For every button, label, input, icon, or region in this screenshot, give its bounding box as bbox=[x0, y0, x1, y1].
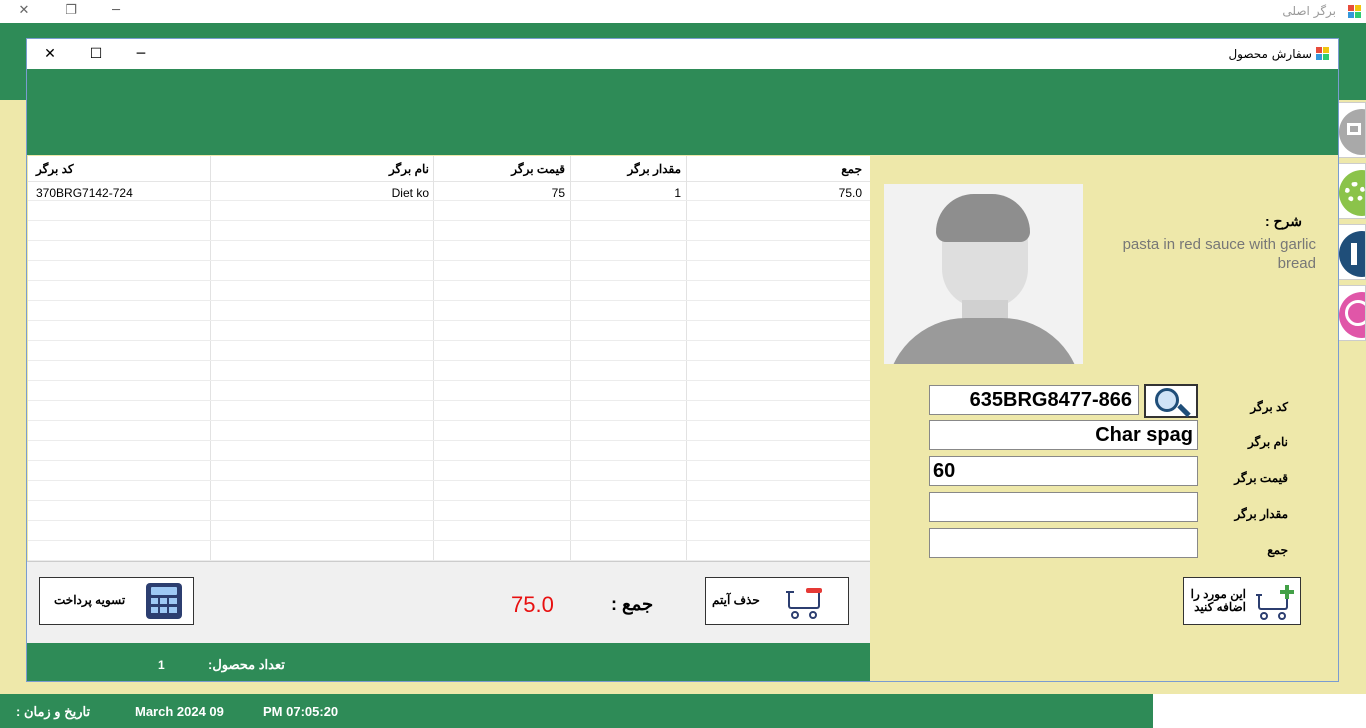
grid-row-line bbox=[28, 340, 870, 341]
datetime-label: تاریخ و زمان : bbox=[16, 704, 91, 719]
burger-code-label: کد برگر bbox=[1250, 400, 1288, 414]
maximize-icon[interactable]: ☐ bbox=[86, 45, 106, 63]
order-window: ✕ ☐ ─ سفارش محصول کد برگر نام برگر قیمت … bbox=[26, 38, 1339, 682]
order-total-label: جمع : bbox=[611, 594, 654, 614]
order-total-value: 75.0 bbox=[511, 592, 554, 617]
grid-row-line bbox=[28, 420, 870, 421]
outer-app-icon bbox=[1348, 5, 1362, 19]
product-count-label: تعداد محصول: bbox=[208, 657, 285, 672]
search-button[interactable] bbox=[1144, 384, 1198, 418]
outer-minimize-icon[interactable]: ─ bbox=[106, 2, 126, 20]
side-settings-button[interactable] bbox=[1336, 163, 1366, 219]
grid-row-line bbox=[28, 500, 870, 501]
order-grid[interactable]: کد برگر نام برگر قیمت برگر مقدار برگر جم… bbox=[28, 156, 870, 561]
summary-panel: تسویه پرداخت 75.0 جمع : حذف آیتم bbox=[27, 561, 870, 643]
grid-row-line bbox=[28, 240, 870, 241]
line-total-field[interactable] bbox=[929, 528, 1198, 558]
close-icon[interactable]: ✕ bbox=[40, 45, 60, 63]
burger-name-field[interactable]: Char spag bbox=[929, 420, 1198, 450]
burger-price-label: قیمت برگر bbox=[1234, 471, 1288, 485]
settle-payment-label: تسویه پرداخت bbox=[54, 593, 126, 607]
cart-add-icon bbox=[1256, 584, 1296, 622]
status-time: PM 07:05:20 bbox=[263, 704, 339, 719]
grid-row-line bbox=[28, 300, 870, 301]
burger-name-label: نام برگر bbox=[1247, 435, 1288, 449]
cell-total[interactable]: 75.0 bbox=[839, 186, 862, 200]
cart-icon bbox=[1339, 109, 1365, 155]
order-app-icon bbox=[1316, 47, 1330, 61]
grid-row-line bbox=[28, 440, 870, 441]
outer-restore-icon[interactable]: ❐ bbox=[61, 2, 81, 20]
grid-row-line bbox=[28, 220, 870, 221]
grid-row-line bbox=[28, 320, 870, 321]
cell-qty[interactable]: 1 bbox=[674, 186, 681, 200]
col-header-price[interactable]: قیمت برگر bbox=[511, 162, 565, 176]
add-item-button[interactable]: این مورد را اضافه کنید bbox=[1183, 577, 1301, 625]
search-icon bbox=[1155, 388, 1179, 412]
grid-row-line bbox=[28, 540, 870, 541]
description-text: pasta in red sauce with garlic bread bbox=[1122, 236, 1316, 272]
grid-row-line bbox=[28, 260, 870, 261]
side-report-button[interactable] bbox=[1336, 224, 1366, 280]
burger-qty-field[interactable] bbox=[929, 492, 1198, 522]
minimize-icon[interactable]: ─ bbox=[131, 45, 151, 63]
grid-row-line bbox=[28, 400, 870, 401]
add-item-label-2: اضافه کنید bbox=[1194, 600, 1246, 614]
line-total-label: جمع bbox=[1267, 543, 1288, 557]
order-window-titlebar: ✕ ☐ ─ سفارش محصول bbox=[27, 39, 1338, 69]
grid-row-line bbox=[28, 480, 870, 481]
side-cart-button[interactable] bbox=[1336, 102, 1366, 158]
burger-photo bbox=[884, 184, 1083, 364]
description-label: شرح : bbox=[1264, 213, 1302, 229]
delete-item-label: حذف آیتم bbox=[712, 593, 760, 607]
grid-row-line bbox=[28, 280, 870, 281]
calculator-icon bbox=[146, 583, 182, 619]
status-date: March 2024 09 bbox=[135, 704, 224, 719]
grid-row-line bbox=[28, 200, 870, 201]
grid-row-line bbox=[28, 520, 870, 521]
order-header-band bbox=[27, 69, 1338, 155]
outer-window-title: برگر اصلی bbox=[1282, 4, 1336, 18]
grid-row-line bbox=[28, 460, 870, 461]
burger-code-field[interactable]: 635BRG8477-866 bbox=[929, 385, 1139, 415]
grid-row-line bbox=[28, 380, 870, 381]
avatar-body bbox=[886, 318, 1082, 364]
col-header-qty[interactable]: مقدار برگر bbox=[627, 162, 681, 176]
delete-item-button[interactable]: حذف آیتم bbox=[705, 577, 849, 625]
order-window-title: سفارش محصول bbox=[1228, 47, 1312, 61]
col-header-name[interactable]: نام برگر bbox=[389, 162, 429, 176]
avatar-hair bbox=[936, 194, 1030, 242]
outer-titlebar: ✕ ❐ ─ برگر اصلی bbox=[0, 0, 1366, 23]
report-icon bbox=[1339, 231, 1365, 277]
cell-code[interactable]: 370BRG7142-724 bbox=[36, 186, 133, 200]
search-icon-handle bbox=[1177, 403, 1191, 418]
col-header-code[interactable]: کد برگر bbox=[36, 162, 74, 176]
burger-price-field[interactable]: 60 bbox=[929, 456, 1198, 486]
cart-remove-icon bbox=[786, 585, 826, 621]
side-target-button[interactable] bbox=[1336, 285, 1366, 341]
cell-name[interactable]: Diet ko bbox=[392, 186, 429, 200]
product-count-bar: 1 تعداد محصول: bbox=[27, 643, 870, 681]
outer-close-icon[interactable]: ✕ bbox=[14, 2, 34, 20]
cell-price[interactable]: 75 bbox=[552, 186, 565, 200]
gear-icon bbox=[1339, 170, 1365, 216]
burger-qty-label: مقدار برگر bbox=[1234, 507, 1288, 521]
grid-header bbox=[28, 156, 870, 182]
target-icon bbox=[1339, 292, 1365, 338]
product-count-value: 1 bbox=[158, 658, 165, 672]
settle-payment-button[interactable]: تسویه پرداخت bbox=[39, 577, 194, 625]
grid-row-line bbox=[28, 360, 870, 361]
col-header-total[interactable]: جمع bbox=[841, 162, 862, 176]
